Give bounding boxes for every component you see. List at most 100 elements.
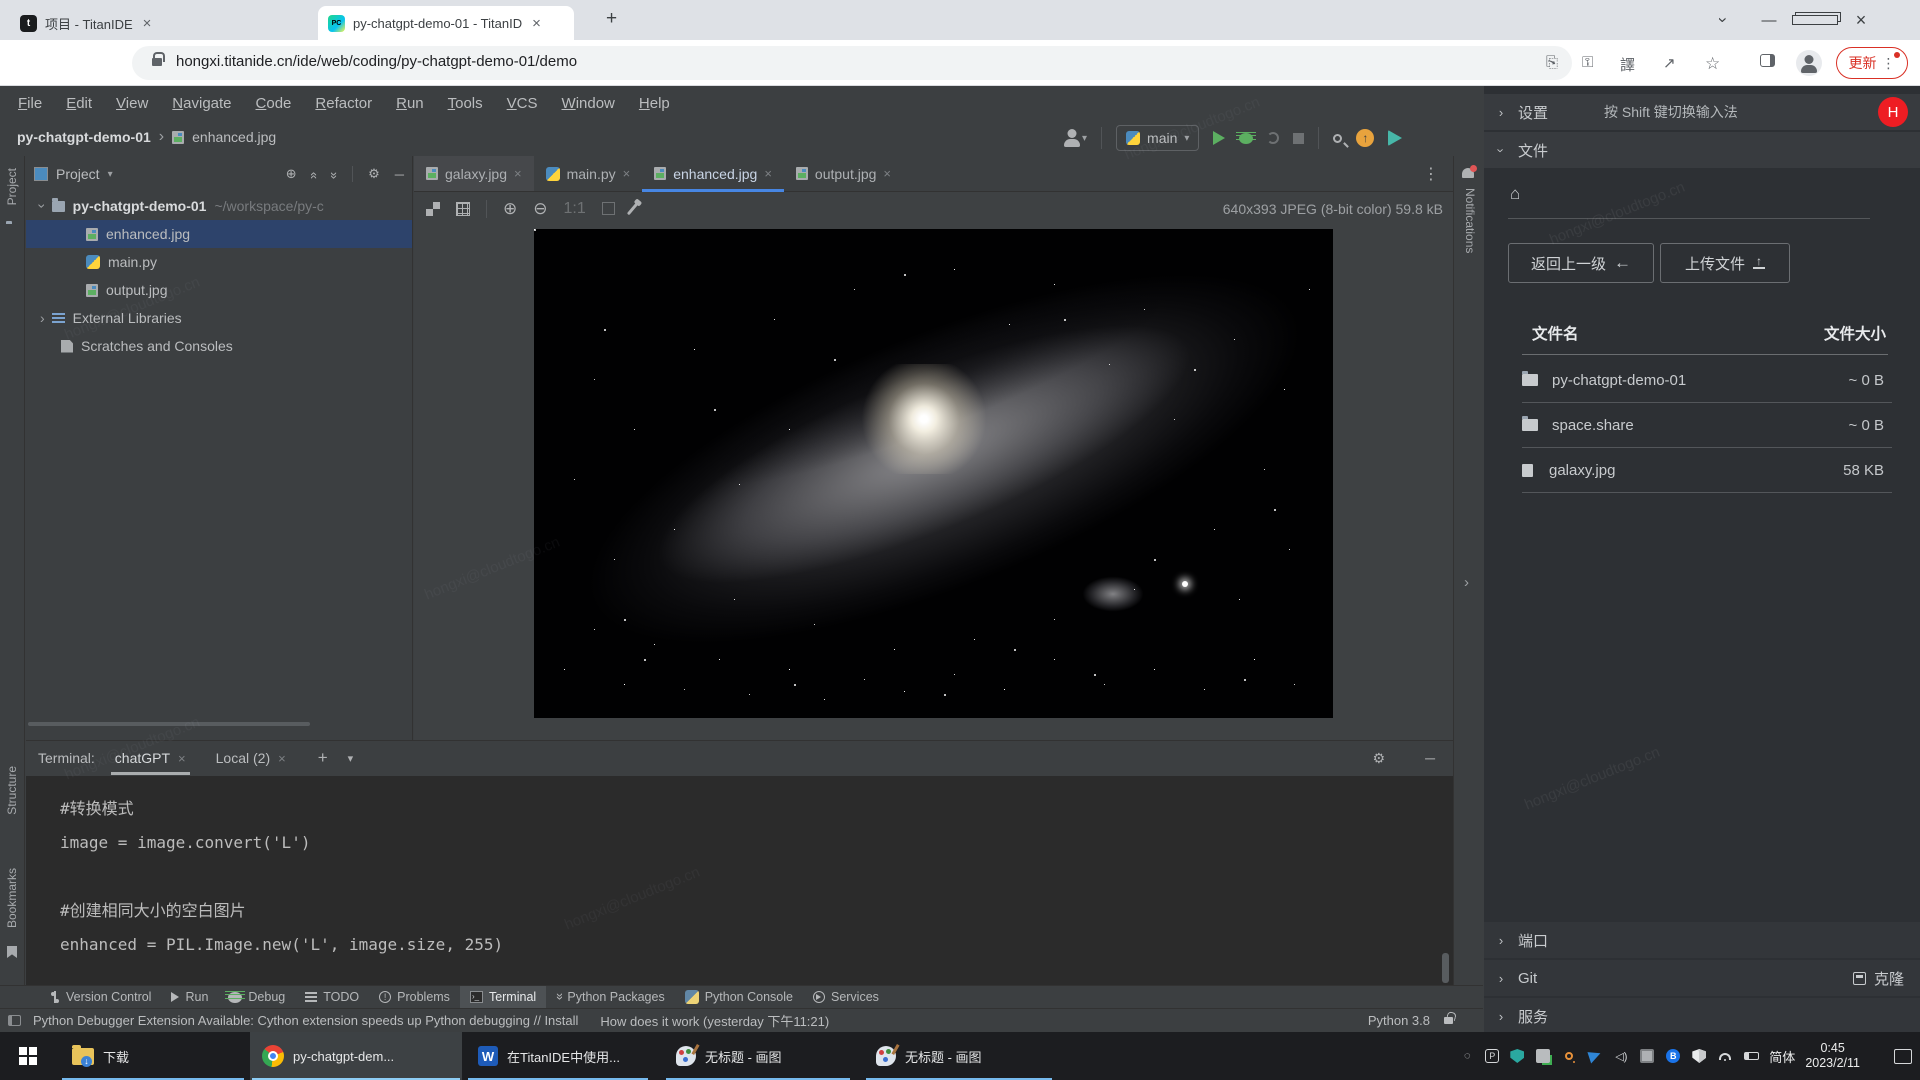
run-config-selector[interactable]: main ▾: [1116, 125, 1200, 151]
tab-galaxy[interactable]: galaxy.jpg ×: [414, 156, 534, 191]
orange-search-icon[interactable]: [1561, 1048, 1577, 1064]
menu-run[interactable]: Run: [384, 95, 436, 112]
menu-edit[interactable]: Edit: [54, 95, 104, 112]
terminal-gear-icon[interactable]: ⚙: [1373, 750, 1386, 767]
upload-button[interactable]: 上传文件 ↑: [1660, 243, 1790, 283]
tree-item-enhanced[interactable]: enhanced.jpg: [26, 220, 412, 248]
close-tab-icon[interactable]: ×: [143, 15, 152, 32]
stripe-notifications-label[interactable]: Notifications: [1463, 188, 1477, 253]
teal-shield-icon[interactable]: [1509, 1048, 1525, 1064]
tab-search-icon[interactable]: ›: [1713, 0, 1733, 43]
run-button[interactable]: [1213, 131, 1226, 145]
menu-navigate[interactable]: Navigate: [160, 95, 243, 112]
transparency-checker-icon[interactable]: [426, 201, 440, 216]
bookmark-icon[interactable]: [7, 946, 17, 958]
lock-icon[interactable]: [152, 52, 165, 66]
tab-mainpy[interactable]: main.py ×: [534, 156, 643, 191]
chrome-update-button[interactable]: 更新 ⋮: [1836, 47, 1908, 79]
stripe-bookmarks-label[interactable]: Bookmarks: [5, 868, 19, 928]
close-icon[interactable]: ×: [883, 166, 891, 181]
breadcrumb-project[interactable]: py-chatgpt-demo-01: [17, 129, 151, 145]
share-icon[interactable]: ↗: [1663, 54, 1676, 72]
p-tray-icon[interactable]: P: [1485, 1049, 1500, 1063]
close-icon[interactable]: ×: [178, 751, 186, 766]
user-avatar[interactable]: H: [1878, 97, 1908, 127]
status-link[interactable]: How does it work (yesterday 下午11:21): [600, 1011, 829, 1030]
taskbar-chrome[interactable]: py-chatgpt-dem...: [250, 1032, 462, 1080]
git-section-header[interactable]: › Git 克隆: [1484, 960, 1920, 996]
battery-icon[interactable]: [1743, 1048, 1759, 1064]
fit-zoom-icon[interactable]: [601, 202, 615, 215]
bookmark-list-icon[interactable]: ⎘: [1546, 54, 1558, 71]
toolwindow-python-console[interactable]: Python Console: [675, 986, 803, 1008]
toolwindow-run[interactable]: Run: [161, 986, 218, 1008]
ports-section-header[interactable]: › 端口: [1484, 922, 1920, 958]
menu-view[interactable]: View: [104, 95, 160, 112]
zoom-actual-size[interactable]: 1:1: [564, 200, 586, 218]
taskbar-paint-2[interactable]: 无标题 - 画图: [864, 1032, 1054, 1080]
dish-icon[interactable]: ◌: [1459, 1048, 1475, 1064]
home-icon[interactable]: ⌂: [1510, 184, 1520, 204]
clone-button[interactable]: 克隆: [1852, 968, 1904, 989]
terminal-hide-icon[interactable]: ─: [1425, 750, 1435, 766]
go-up-button[interactable]: 返回上一级 ←: [1508, 243, 1654, 283]
settings-section-header[interactable]: › 设置 按 Shift 键切换输入法: [1484, 94, 1920, 130]
zoom-out-icon[interactable]: ⊖: [533, 199, 547, 219]
toolwindow-python-packages[interactable]: « Python Packages: [546, 986, 675, 1008]
close-icon[interactable]: ×: [764, 166, 772, 181]
toolwindow-services[interactable]: Services: [803, 986, 889, 1008]
taskbar-downloads[interactable]: 下载: [60, 1032, 246, 1080]
profile-button[interactable]: [1267, 132, 1280, 144]
toolwindow-version-control[interactable]: Version Control: [40, 986, 161, 1008]
translate-icon[interactable]: 譯: [1620, 54, 1635, 75]
minimize-icon[interactable]: —: [1746, 12, 1792, 29]
plane-icon[interactable]: [1587, 1048, 1603, 1064]
color-picker-icon[interactable]: [626, 202, 638, 215]
tree-item-output[interactable]: output.jpg: [26, 276, 412, 304]
project-panel-title[interactable]: Project: [56, 166, 100, 182]
browser-menu-icon[interactable]: ⋮: [1882, 51, 1900, 72]
stripe-project-label[interactable]: Project: [5, 168, 19, 205]
menu-help[interactable]: Help: [627, 95, 682, 112]
new-tab-button[interactable]: +: [606, 8, 617, 30]
notifications-bell-icon[interactable]: [1462, 165, 1477, 178]
terminal-dropdown-icon[interactable]: ▾: [348, 752, 354, 765]
restore-icon[interactable]: [1792, 12, 1838, 29]
new-terminal-icon[interactable]: +: [318, 748, 328, 768]
file-row-spaceshare[interactable]: space.share ~ 0 B: [1522, 403, 1892, 448]
file-row-galaxy[interactable]: galaxy.jpg 58 KB: [1522, 448, 1892, 493]
bluetooth-icon[interactable]: B: [1665, 1048, 1681, 1064]
close-icon[interactable]: ×: [623, 166, 631, 181]
wifi-icon[interactable]: [1717, 1048, 1733, 1064]
close-tab-icon[interactable]: ×: [532, 15, 541, 32]
browser-tab-titanide[interactable]: t 项目 - TitanIDE ×: [10, 6, 306, 40]
menu-refactor[interactable]: Refactor: [303, 95, 384, 112]
terminal-scrollbar[interactable]: [1442, 953, 1449, 983]
files-section-header[interactable]: › 文件: [1484, 132, 1920, 168]
action-center-icon[interactable]: [1894, 1048, 1912, 1064]
toolwindow-debug[interactable]: Debug: [218, 986, 295, 1008]
terminal-console[interactable]: #转换模式 image = image.convert('L') #创建相同大小…: [26, 776, 1453, 986]
stop-button[interactable]: [1293, 132, 1305, 144]
start-button[interactable]: [0, 1032, 56, 1080]
hidden-panel-chevron-icon[interactable]: ›: [1464, 574, 1469, 591]
tree-item-scratches[interactable]: Scratches and Consoles: [26, 332, 412, 360]
pixel-grid-icon[interactable]: [456, 201, 470, 216]
close-window-icon[interactable]: ×: [1838, 10, 1884, 31]
terminal-tab-local[interactable]: Local (2) ×: [210, 741, 292, 775]
speaker-icon[interactable]: ◁): [1613, 1048, 1629, 1064]
assistant-icon[interactable]: [1388, 130, 1403, 146]
close-icon[interactable]: ×: [278, 751, 286, 766]
ime-indicator[interactable]: 简体: [1769, 1047, 1795, 1066]
stripe-structure-label[interactable]: Structure: [5, 766, 19, 815]
status-message[interactable]: Python Debugger Extension Available: Cyt…: [33, 1013, 578, 1028]
debug-button[interactable]: [1236, 132, 1257, 144]
close-icon[interactable]: ×: [514, 166, 522, 181]
menu-vcs[interactable]: VCS: [495, 95, 550, 112]
tree-item-mainpy[interactable]: main.py: [26, 248, 412, 276]
search-everywhere-icon[interactable]: [1333, 133, 1343, 143]
chevron-down-icon[interactable]: ▾: [108, 169, 113, 180]
terminal-tab-chatgpt[interactable]: chatGPT ×: [109, 741, 192, 775]
browser-tab-project[interactable]: PC py-chatgpt-demo-01 - TitanID ×: [318, 6, 574, 40]
tree-root-row[interactable]: › py-chatgpt-demo-01 ~/workspace/py-c: [26, 192, 412, 220]
